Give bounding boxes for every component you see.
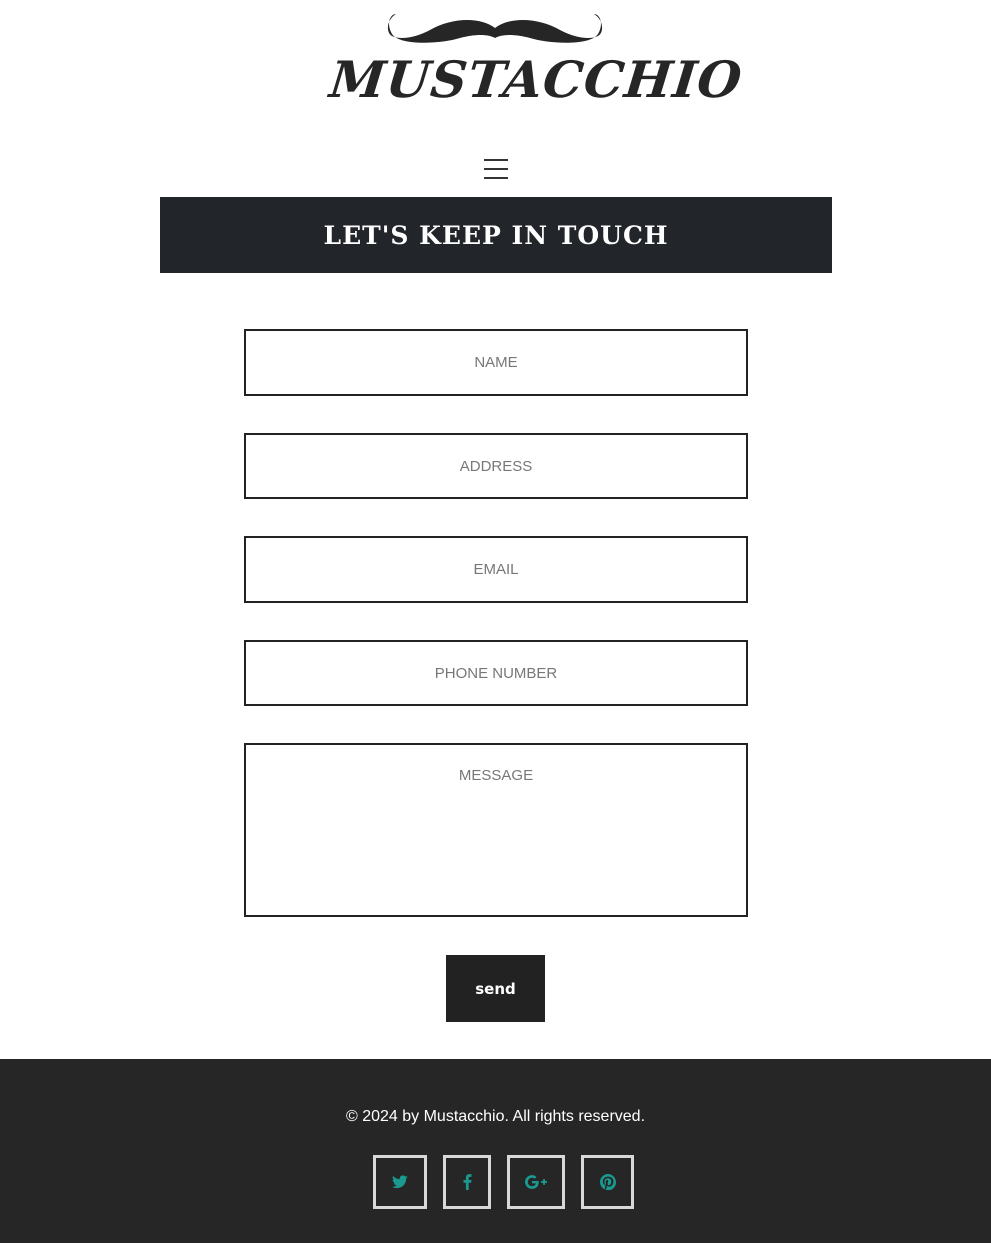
- send-button[interactable]: send: [446, 955, 545, 1022]
- contact-heading-band: LET'S KEEP IN TOUCH: [160, 197, 832, 273]
- copyright-text: © 2024 by Mustacchio. All rights reserve…: [345, 1108, 646, 1125]
- name-field[interactable]: [244, 329, 748, 396]
- message-field[interactable]: [244, 743, 748, 917]
- mustache-icon: [387, 14, 603, 43]
- facebook-icon: [463, 1174, 471, 1190]
- google-plus-icon: [525, 1175, 547, 1189]
- twitter-icon: [392, 1175, 408, 1189]
- brand-logo[interactable]: MUSTACCHIO: [326, 8, 746, 109]
- footer: © 2024 by Mustacchio. All rights reserve…: [0, 1059, 991, 1243]
- phone-field[interactable]: [244, 640, 748, 706]
- page-title: LET'S KEEP IN TOUCH: [323, 220, 669, 250]
- pinterest-link[interactable]: [581, 1155, 634, 1209]
- page: MUSTACCHIO LET'S KEEP IN TOUCH send © 20…: [0, 0, 991, 1243]
- google-plus-link[interactable]: [507, 1155, 565, 1209]
- twitter-link[interactable]: [373, 1155, 427, 1209]
- facebook-link[interactable]: [443, 1155, 491, 1209]
- pinterest-icon: [599, 1174, 616, 1190]
- address-field[interactable]: [244, 433, 748, 499]
- hamburger-menu-icon[interactable]: [481, 155, 511, 183]
- brand-name: MUSTACCHIO: [326, 50, 746, 109]
- email-field[interactable]: [244, 536, 748, 603]
